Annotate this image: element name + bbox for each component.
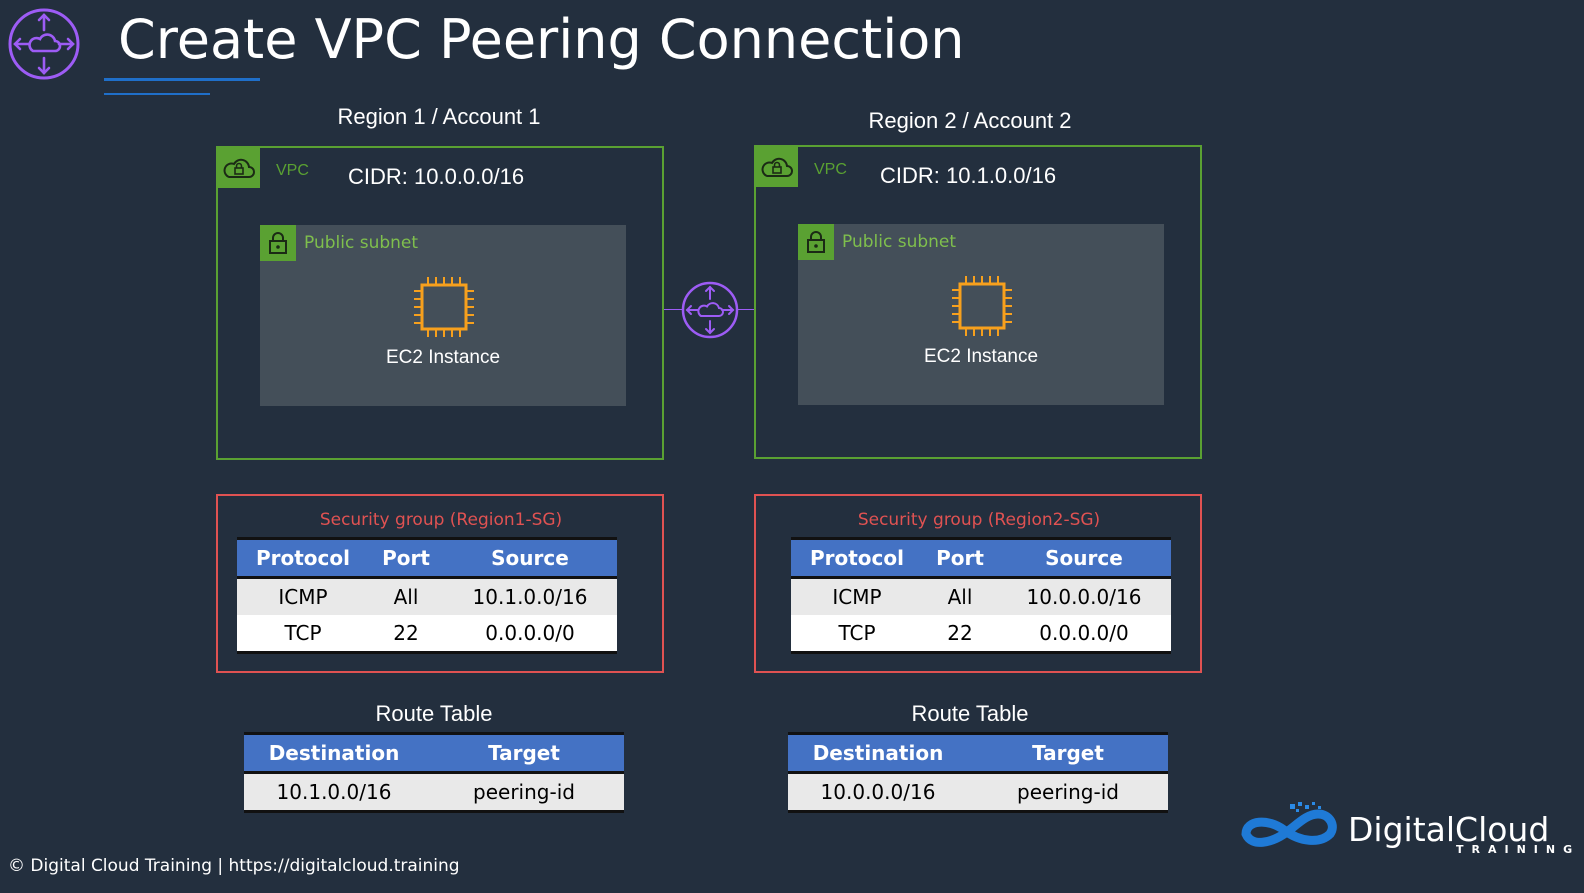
security-group-title: Security group (Region1-SG) (319, 510, 563, 530)
table-header-row: Protocol Port Source (791, 537, 1171, 579)
subnet-lock-icon (260, 225, 296, 261)
table-row: ICMP All 10.0.0.0/16 (791, 577, 1171, 615)
subnet-lock-icon (798, 224, 834, 260)
column-header: Source (443, 537, 617, 579)
security-group-1: Security group (Region1-SG) Protocol Por… (216, 494, 664, 673)
subnet-label: Public subnet (842, 232, 957, 252)
table-cell: 22 (923, 615, 997, 654)
table-header-row: Destination Target (244, 732, 624, 774)
region-2-title: Region 2 / Account 2 (868, 108, 1072, 133)
region-2-vpc: VPC CIDR: 10.1.0.0/16 Public subnet EC2 … (754, 145, 1202, 459)
table-cell: 10.1.0.0/16 (443, 577, 617, 615)
vpc-cloud-icon (218, 148, 260, 188)
title-underline-secondary (104, 93, 210, 95)
region-1-vpc: VPC CIDR: 10.0.0.0/16 Public subnet EC2 … (216, 146, 664, 460)
region-1-title: Region 1 / Account 1 (337, 104, 541, 129)
ec2-instance-label: EC2 Instance (923, 346, 1039, 367)
column-header: Source (997, 537, 1171, 579)
table-cell: ICMP (237, 577, 369, 615)
public-subnet: Public subnet EC2 Instance (798, 224, 1164, 405)
table-row: 10.0.0.0/16 peering-id (788, 772, 1168, 813)
route-table-2-title: Route Table (911, 701, 1029, 726)
security-group-table: Protocol Port Source ICMP All 10.1.0.0/1… (237, 537, 617, 654)
table-header-row: Destination Target (788, 732, 1168, 774)
column-header: Protocol (791, 537, 923, 579)
route-table-2: Destination Target 10.0.0.0/16 peering-i… (788, 732, 1168, 813)
table-cell: 22 (369, 615, 443, 654)
column-header: Target (424, 732, 624, 774)
route-table-1: Destination Target 10.1.0.0/16 peering-i… (244, 732, 624, 813)
table-cell: 10.1.0.0/16 (244, 772, 424, 813)
column-header: Port (923, 537, 997, 579)
security-group-table: Protocol Port Source ICMP All 10.0.0.0/1… (791, 537, 1171, 654)
table-cell: TCP (791, 615, 923, 654)
table-cell: peering-id (424, 772, 624, 813)
ec2-instance-label: EC2 Instance (385, 347, 501, 368)
vpc-label: VPC (814, 161, 847, 178)
table-row: TCP 22 0.0.0.0/0 (237, 615, 617, 654)
table-cell: TCP (237, 615, 369, 654)
table-row: TCP 22 0.0.0.0/0 (791, 615, 1171, 654)
brand-subtitle: TRAINING (1456, 843, 1581, 856)
table-cell: 0.0.0.0/0 (443, 615, 617, 654)
footer-copyright: © Digital Cloud Training | https://digit… (8, 856, 460, 876)
table-cell: All (369, 577, 443, 615)
route-table-1-title: Route Table (375, 701, 493, 726)
column-header: Target (968, 732, 1168, 774)
security-group-2: Security group (Region2-SG) Protocol Por… (754, 494, 1202, 673)
column-header: Protocol (237, 537, 369, 579)
table-cell: 0.0.0.0/0 (997, 615, 1171, 654)
ec2-chip-icon (950, 274, 1014, 343)
column-header: Port (369, 537, 443, 579)
ec2-chip-icon (412, 275, 476, 344)
table-row: 10.1.0.0/16 peering-id (244, 772, 624, 813)
table-cell: 10.0.0.0/16 (788, 772, 968, 813)
table-cell: peering-id (968, 772, 1168, 813)
vpc-cidr: CIDR: 10.0.0.0/16 (348, 164, 525, 189)
table-cell: ICMP (791, 577, 923, 615)
column-header: Destination (244, 732, 424, 774)
page-title: Create VPC Peering Connection (118, 8, 965, 71)
peering-connection-icon (680, 280, 740, 345)
vpc-peering-icon (6, 6, 82, 87)
vpc-cloud-icon (756, 147, 798, 187)
table-row: ICMP All 10.1.0.0/16 (237, 577, 617, 615)
table-header-row: Protocol Port Source (237, 537, 617, 579)
column-header: Destination (788, 732, 968, 774)
brand-logo: DigitalCloud TRAINING (1238, 800, 1572, 863)
vpc-label: VPC (276, 162, 309, 179)
table-cell: 10.0.0.0/16 (997, 577, 1171, 615)
public-subnet: Public subnet EC2 Instance (260, 225, 626, 406)
table-cell: All (923, 577, 997, 615)
security-group-title: Security group (Region2-SG) (857, 510, 1101, 530)
brand-logo-icon (1238, 800, 1342, 863)
vpc-cidr: CIDR: 10.1.0.0/16 (880, 163, 1057, 188)
title-underline (104, 78, 260, 81)
subnet-label: Public subnet (304, 233, 419, 253)
